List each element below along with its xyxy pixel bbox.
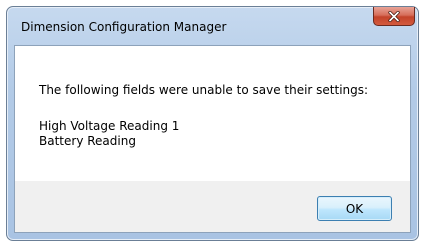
message-area: The following fields were unable to save… [15, 46, 410, 181]
failed-field-item: High Voltage Reading 1 [39, 119, 180, 133]
failed-field-item: Battery Reading [39, 134, 136, 148]
button-bar: OK [15, 181, 410, 232]
error-message: The following fields were unable to save… [39, 83, 369, 97]
title-bar[interactable]: Dimension Configuration Manager [7, 7, 418, 45]
ok-button[interactable]: OK [317, 196, 392, 221]
close-button[interactable] [373, 7, 415, 26]
dialog-client-area: The following fields were unable to save… [14, 45, 411, 233]
dialog-window: Dimension Configuration Manager The foll… [6, 6, 419, 241]
close-x-icon [388, 10, 400, 22]
window-title: Dimension Configuration Manager [21, 20, 227, 34]
